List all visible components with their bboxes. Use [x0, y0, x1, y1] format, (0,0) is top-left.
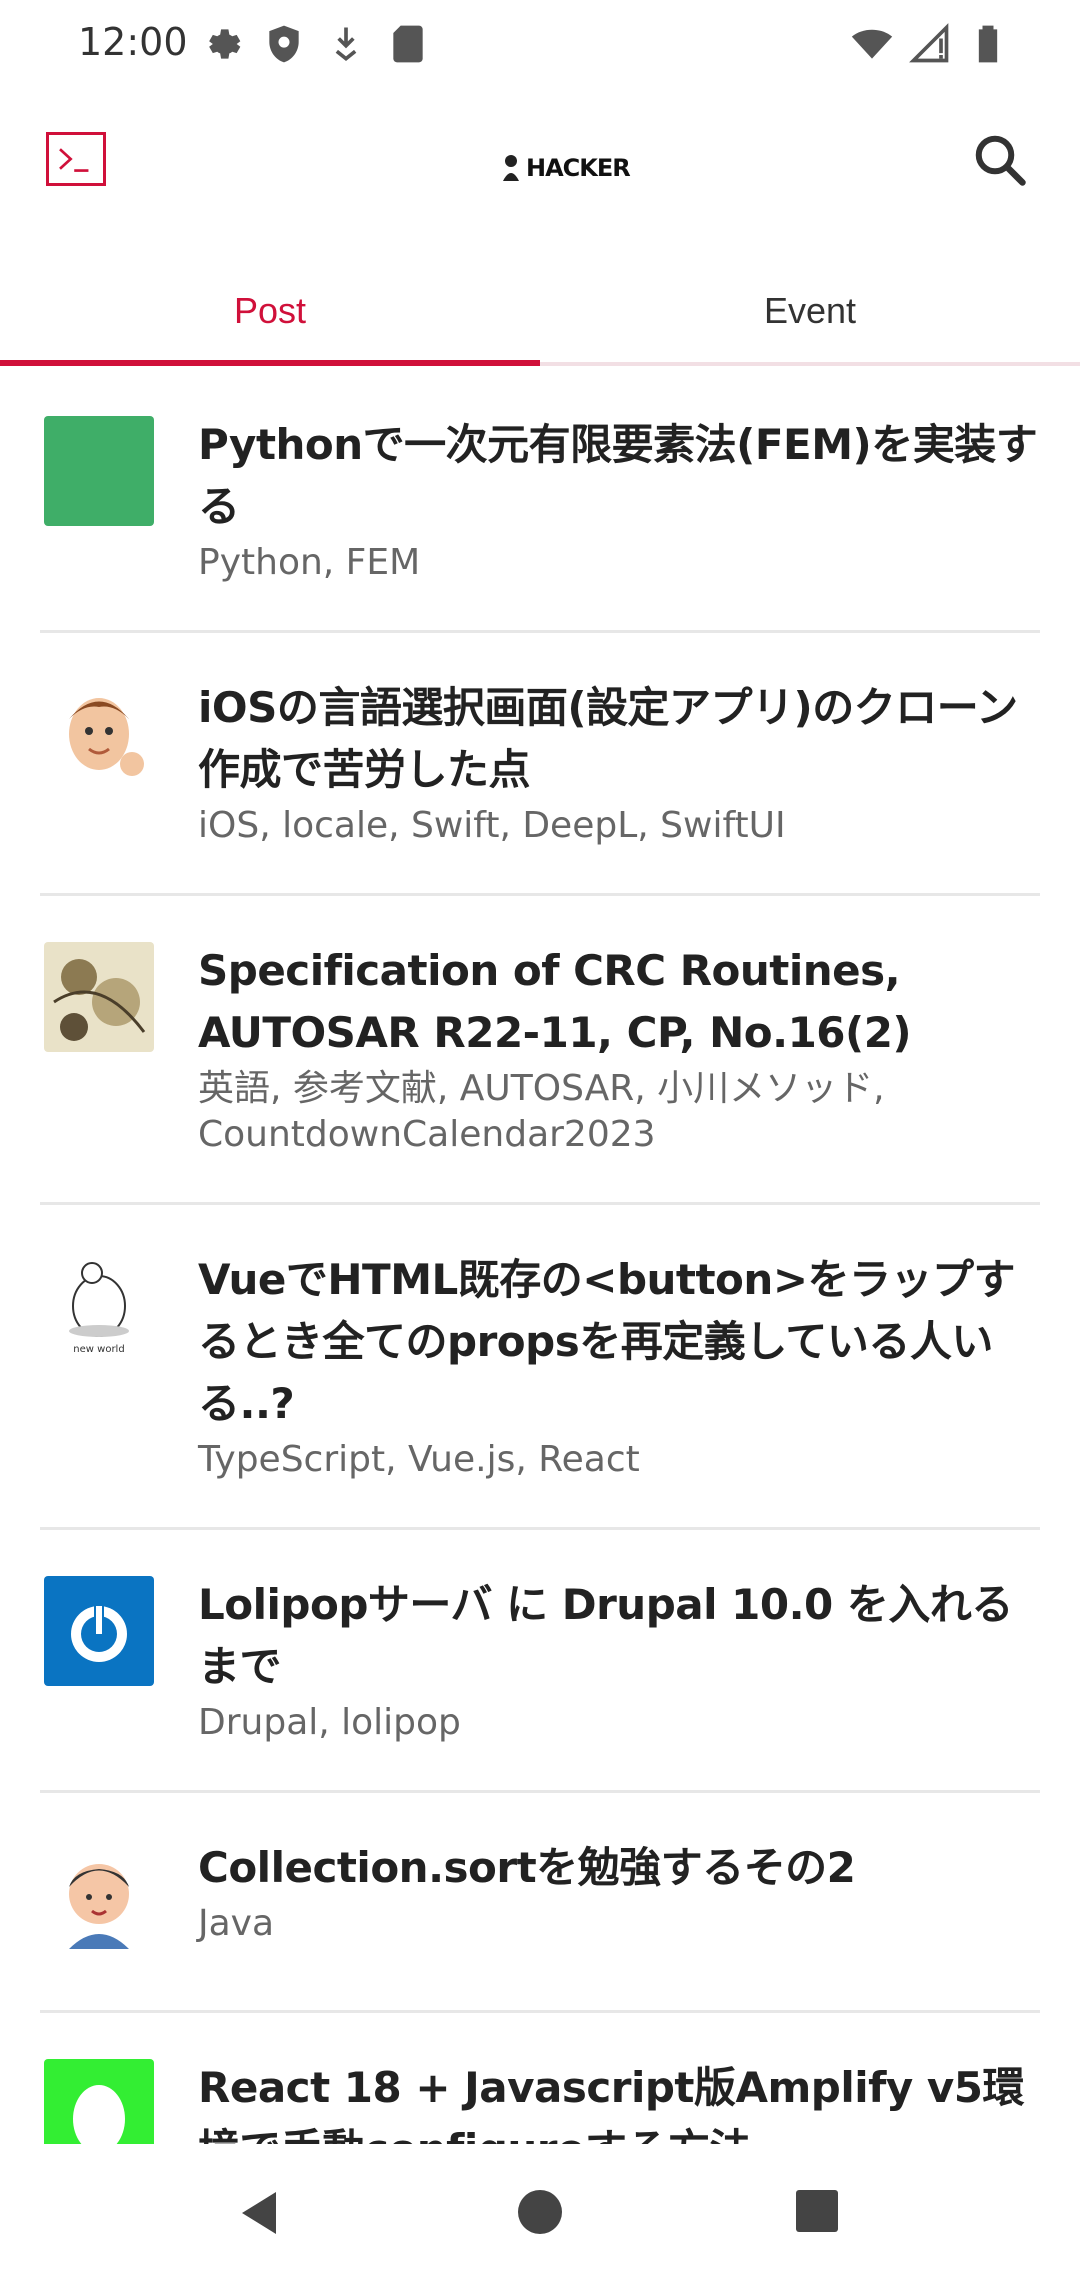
status-icons-right — [850, 22, 1010, 66]
search-icon[interactable] — [970, 130, 1030, 190]
post-tags: Python, FEM — [198, 542, 421, 583]
drupal-power-avatar — [44, 1576, 154, 1686]
post-tags: TypeScript, Vue.js, React — [198, 1439, 640, 1480]
post-title: Lolipopサーバ に Drupal 10.0 を入れるまで — [198, 1580, 1013, 1691]
home-icon[interactable] — [518, 2190, 562, 2234]
tab-indicator — [0, 360, 540, 366]
new-world-avatar: new world — [44, 1251, 154, 1361]
logo-mascot-icon — [503, 155, 519, 181]
list-item[interactable]: Specification of CRC Routines, AUTOSAR R… — [40, 896, 1040, 1205]
tab-track — [540, 362, 1080, 366]
illustration-avatar — [44, 942, 154, 1052]
avatar-caption: new world — [73, 1344, 124, 1355]
memoji-avatar — [44, 679, 154, 789]
recent-apps-icon[interactable] — [796, 2190, 838, 2232]
app-bar: HACKER — [0, 100, 1080, 220]
list-item[interactable]: Collection.sortを勉強するその2 Java — [40, 1793, 1040, 2013]
nav-bar — [0, 2148, 1080, 2280]
gear-icon — [200, 22, 244, 66]
battery-icon — [966, 22, 1010, 66]
terminal-icon[interactable] — [46, 132, 106, 186]
post-title: Collection.sortを勉強するその2 — [198, 1843, 856, 1892]
post-list[interactable]: Pythonで一次元有限要素法(FEM)を実装する Python, FEM iO… — [40, 370, 1040, 2144]
egg-avatar — [44, 2059, 154, 2144]
list-item[interactable]: Lolipopサーバ に Drupal 10.0 を入れるまで Drupal, … — [40, 1530, 1040, 1793]
list-item[interactable]: iOSの言語選択画面(設定アプリ)のクローン作成で苦労した点 iOS, loca… — [40, 633, 1040, 896]
logo-text: HACKER — [526, 154, 631, 182]
signal-icon — [908, 22, 952, 66]
list-item[interactable]: new world VueでHTML既存の<button>をラップするとき全ての… — [40, 1205, 1040, 1530]
green-square-thumb — [44, 416, 154, 526]
status-time: 12:00 — [78, 20, 188, 64]
sd-card-icon — [386, 22, 430, 66]
app-logo: HACKER — [500, 150, 631, 186]
post-tags: 英語, 参考文献, AUTOSAR, 小川メソッド, CountdownCale… — [198, 1068, 885, 1155]
post-tags: Drupal, lolipop — [198, 1702, 461, 1743]
post-title: Specification of CRC Routines, AUTOSAR R… — [198, 946, 912, 1057]
shield-icon — [262, 22, 306, 66]
tab-bar: Post Event — [0, 250, 1080, 370]
post-title: iOSの言語選択画面(設定アプリ)のクローン作成で苦労した点 — [198, 683, 1018, 794]
post-title: Pythonで一次元有限要素法(FEM)を実装する — [198, 420, 1038, 531]
tab-event[interactable]: Event — [540, 250, 1080, 370]
post-title: VueでHTML既存の<button>をラップするとき全てのpropsを再定義し… — [198, 1255, 1016, 1428]
status-icons-left — [200, 22, 430, 66]
back-icon[interactable] — [236, 2188, 286, 2238]
wifi-icon — [850, 22, 894, 66]
download-icon — [324, 22, 368, 66]
post-tags: Java — [198, 1903, 275, 1944]
list-item[interactable]: React 18 + Javascript版Amplify v5環境で手動con… — [40, 2013, 1040, 2144]
man-avatar — [44, 1839, 154, 1949]
status-bar: 12:00 — [0, 0, 1080, 88]
list-item[interactable]: Pythonで一次元有限要素法(FEM)を実装する Python, FEM — [40, 370, 1040, 633]
tab-post[interactable]: Post — [0, 250, 540, 370]
post-title: React 18 + Javascript版Amplify v5環境で手動con… — [198, 2063, 1024, 2144]
post-tags: iOS, locale, Swift, DeepL, SwiftUI — [198, 805, 786, 846]
